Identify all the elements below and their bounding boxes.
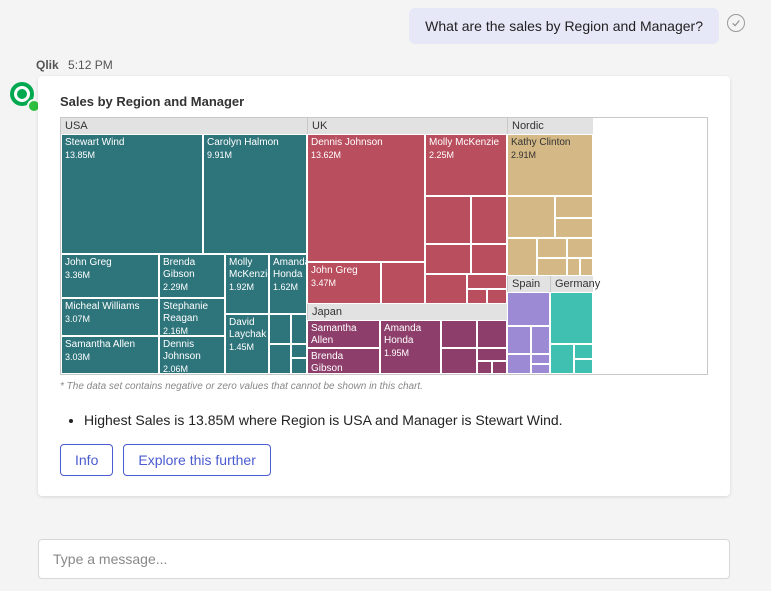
insights-list: Highest Sales is 13.85M where Region is …	[84, 412, 708, 428]
cell-nordic-small-4[interactable]	[507, 238, 537, 276]
cell-usa-dennis[interactable]: Dennis Johnson2.06M	[159, 336, 225, 374]
cell-usa-small-4[interactable]	[291, 344, 307, 358]
cell-spain-2[interactable]	[507, 326, 531, 354]
region-header-spain[interactable]: Spain	[507, 276, 550, 292]
cell-germany-1[interactable]	[550, 292, 593, 344]
region-header-usa[interactable]: USA	[61, 118, 307, 134]
cell-usa-micheal[interactable]: Micheal Williams3.07M	[61, 298, 159, 336]
cell-spain-4[interactable]	[507, 354, 531, 374]
cell-usa-amanda[interactable]: Amanda Honda1.62M	[269, 254, 307, 314]
card-actions: Info Explore this further	[60, 444, 708, 476]
user-message-row: What are the sales by Region and Manager…	[409, 8, 745, 44]
cell-spain-5[interactable]	[531, 354, 550, 364]
region-header-uk[interactable]: UK	[307, 118, 507, 134]
cell-nordic-small-7[interactable]	[537, 258, 567, 276]
region-header-nordic[interactable]: Nordic	[507, 118, 593, 134]
cell-jp-samantha[interactable]: Samantha Allen2.3M	[307, 320, 380, 348]
explore-button[interactable]: Explore this further	[123, 444, 271, 476]
region-header-germany[interactable]: Germany	[550, 276, 593, 292]
cell-usa-small-3[interactable]	[269, 344, 291, 374]
cell-spain-6[interactable]	[531, 364, 550, 374]
cell-nordic-small-1[interactable]	[507, 196, 555, 238]
cell-nordic-small-6[interactable]	[567, 238, 593, 258]
cell-uk-small-4[interactable]	[471, 244, 507, 274]
bot-header: Qlik 5:12 PM	[36, 58, 113, 72]
cell-spain-1[interactable]	[507, 292, 550, 326]
treemap-chart[interactable]: USA UK Nordic Japan Spain Germany Stewar…	[60, 117, 708, 375]
read-receipt-icon	[727, 14, 745, 32]
response-card: Sales by Region and Manager USA UK Nordi…	[38, 76, 730, 496]
cell-uk-dennis[interactable]: Dennis Johnson13.62M	[307, 134, 425, 262]
cell-uk-small-9[interactable]	[487, 289, 507, 304]
cell-usa-small-5[interactable]	[291, 358, 307, 374]
cell-usa-carolyn[interactable]: Carolyn Halmon9.91M	[203, 134, 307, 254]
bot-name: Qlik	[36, 58, 59, 72]
cell-usa-david[interactable]: David Laychak1.45M	[225, 314, 269, 374]
cell-nordic-small-3[interactable]	[555, 218, 593, 238]
cell-usa-johngreg[interactable]: John Greg3.36M	[61, 254, 159, 298]
cell-spain-3[interactable]	[531, 326, 550, 354]
bot-time: 5:12 PM	[68, 58, 113, 72]
cell-uk-small-7[interactable]	[467, 274, 507, 289]
cell-usa-small-1[interactable]	[269, 314, 291, 344]
cell-uk-small-5[interactable]	[381, 262, 425, 304]
cell-jp-small-1[interactable]	[441, 320, 477, 348]
cell-jp-small-5[interactable]	[477, 361, 492, 374]
cell-germany-4[interactable]	[574, 359, 593, 374]
cell-usa-stephanie[interactable]: Stephanie Reagan2.16M	[159, 298, 225, 336]
cell-nordic-kathy[interactable]: Kathy Clinton2.91M	[507, 134, 593, 196]
chart-title: Sales by Region and Manager	[60, 94, 708, 109]
cell-uk-small-2[interactable]	[471, 196, 507, 244]
cell-jp-small-6[interactable]	[492, 361, 507, 374]
cell-jp-small-4[interactable]	[477, 348, 507, 361]
cell-uk-small-6[interactable]	[425, 274, 467, 304]
cell-uk-small-8[interactable]	[467, 289, 487, 304]
cell-germany-2[interactable]	[550, 344, 574, 374]
cell-usa-molly[interactable]: Molly McKenzie1.92M	[225, 254, 269, 314]
cell-jp-amanda[interactable]: Amanda Honda1.95M	[380, 320, 441, 374]
cell-nordic-small-2[interactable]	[555, 196, 593, 218]
cell-uk-small-3[interactable]	[425, 244, 471, 274]
cell-nordic-small-9[interactable]	[580, 258, 593, 276]
cell-jp-small-2[interactable]	[477, 320, 507, 348]
cell-usa-brenda[interactable]: Brenda Gibson2.29M	[159, 254, 225, 298]
cell-jp-brenda[interactable]: Brenda Gibson1.99M	[307, 348, 380, 374]
cell-uk-johngreg[interactable]: John Greg3.47M	[307, 262, 381, 304]
cell-nordic-small-8[interactable]	[567, 258, 580, 276]
region-header-japan[interactable]: Japan	[307, 304, 507, 320]
info-button[interactable]: Info	[60, 444, 113, 476]
cell-usa-stewart[interactable]: Stewart Wind13.85M	[61, 134, 203, 254]
user-message-bubble: What are the sales by Region and Manager…	[409, 8, 719, 44]
cell-usa-small-2[interactable]	[291, 314, 307, 344]
message-composer[interactable]: Type a message...	[38, 539, 730, 579]
composer-placeholder: Type a message...	[53, 551, 167, 567]
insight-bullet: Highest Sales is 13.85M where Region is …	[84, 412, 708, 428]
cell-germany-3[interactable]	[574, 344, 593, 359]
chart-footnote: * The data set contains negative or zero…	[60, 381, 708, 392]
cell-jp-small-3[interactable]	[441, 348, 477, 374]
cell-usa-samantha[interactable]: Samantha Allen3.03M	[61, 336, 159, 374]
cell-uk-small-1[interactable]	[425, 196, 471, 244]
cell-uk-molly[interactable]: Molly McKenzie2.25M	[425, 134, 507, 196]
cell-nordic-small-5[interactable]	[537, 238, 567, 258]
